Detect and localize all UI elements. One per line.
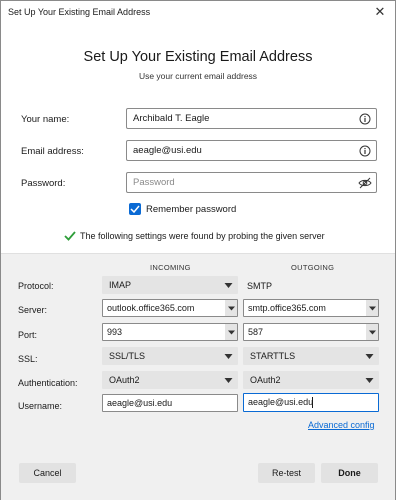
- outgoing-ssl-value: STARTTLS: [250, 351, 296, 361]
- outgoing-header: OUTGOING: [291, 263, 335, 272]
- close-icon[interactable]: ✕: [365, 1, 395, 23]
- name-value: Archibald T. Eagle: [133, 113, 210, 124]
- password-field[interactable]: Password: [126, 172, 377, 193]
- window-title: Set Up Your Existing Email Address: [8, 7, 151, 17]
- ssl-label: SSL:: [18, 354, 38, 364]
- password-label: Password:: [21, 178, 66, 189]
- incoming-protocol-select[interactable]: IMAP: [102, 276, 238, 294]
- chevron-down-icon[interactable]: [225, 324, 237, 340]
- title-bar: Set Up Your Existing Email Address ✕: [1, 1, 395, 23]
- incoming-port-input[interactable]: 993: [102, 323, 238, 341]
- email-label: Email address:: [21, 146, 84, 157]
- chevron-down-icon: [224, 283, 233, 288]
- info-icon: [358, 112, 372, 126]
- chevron-down-icon[interactable]: [225, 300, 237, 316]
- name-field[interactable]: Archibald T. Eagle: [126, 108, 377, 129]
- incoming-authentication-value: OAuth2: [109, 375, 140, 385]
- outgoing-server-input[interactable]: smtp.office365.com: [243, 299, 379, 317]
- remember-password-checkbox[interactable]: [129, 203, 141, 215]
- outgoing-port-input[interactable]: 587: [243, 323, 379, 341]
- incoming-server-value: outlook.office365.com: [107, 303, 195, 313]
- dialog-window: Set Up Your Existing Email Address ✕ Set…: [0, 0, 396, 500]
- done-button[interactable]: Done: [321, 463, 378, 483]
- password-placeholder: Password: [133, 177, 175, 188]
- advanced-config-link[interactable]: Advanced config: [308, 420, 375, 430]
- incoming-username-value: aeagle@usi.edu: [107, 398, 173, 408]
- probe-status-text: The following settings were found by pro…: [80, 231, 325, 241]
- outgoing-ssl-select[interactable]: STARTTLS: [243, 347, 379, 365]
- chevron-down-icon[interactable]: [366, 300, 378, 316]
- chevron-down-icon: [224, 378, 233, 383]
- chevron-down-icon: [365, 378, 374, 383]
- chevron-down-icon: [224, 354, 233, 359]
- email-value: aeagle@usi.edu: [133, 145, 202, 156]
- incoming-ssl-select[interactable]: SSL/TLS: [102, 347, 238, 365]
- success-check-icon: [64, 231, 76, 241]
- name-label: Your name:: [21, 114, 70, 125]
- cancel-button[interactable]: Cancel: [19, 463, 76, 483]
- incoming-header: INCOMING: [150, 263, 191, 272]
- chevron-down-icon: [365, 354, 374, 359]
- outgoing-authentication-select[interactable]: OAuth2: [243, 371, 379, 389]
- page-title: Set Up Your Existing Email Address: [83, 49, 313, 65]
- server-label: Server:: [18, 305, 48, 315]
- incoming-username-input[interactable]: aeagle@usi.edu: [102, 394, 238, 412]
- text-caret: [312, 397, 313, 408]
- probe-status: The following settings were found by pro…: [64, 231, 325, 241]
- eye-hidden-icon[interactable]: [358, 176, 372, 190]
- incoming-server-input[interactable]: outlook.office365.com: [102, 299, 238, 317]
- outgoing-server-value: smtp.office365.com: [248, 303, 326, 313]
- outgoing-username-input[interactable]: aeagle@usi.edu: [243, 393, 379, 412]
- protocol-label: Protocol:: [18, 281, 54, 291]
- page-subtitle: Use your current email address: [138, 71, 258, 81]
- username-label: Username:: [18, 401, 63, 411]
- authentication-label: Authentication:: [18, 378, 78, 388]
- chevron-down-icon[interactable]: [366, 324, 378, 340]
- incoming-port-value: 993: [107, 327, 123, 337]
- outgoing-authentication-value: OAuth2: [250, 375, 281, 385]
- email-field[interactable]: aeagle@usi.edu: [126, 140, 377, 161]
- info-icon: [358, 144, 372, 158]
- remember-password-label[interactable]: Remember password: [146, 204, 236, 215]
- incoming-authentication-select[interactable]: OAuth2: [102, 371, 238, 389]
- retest-button[interactable]: Re-test: [258, 463, 315, 483]
- port-label: Port:: [18, 330, 38, 340]
- outgoing-username-value: aeagle@usi.edu: [248, 397, 314, 407]
- incoming-ssl-value: SSL/TLS: [109, 351, 146, 361]
- outgoing-port-value: 587: [248, 327, 264, 337]
- incoming-protocol-value: IMAP: [109, 280, 132, 290]
- outgoing-protocol-value: SMTP: [247, 281, 273, 291]
